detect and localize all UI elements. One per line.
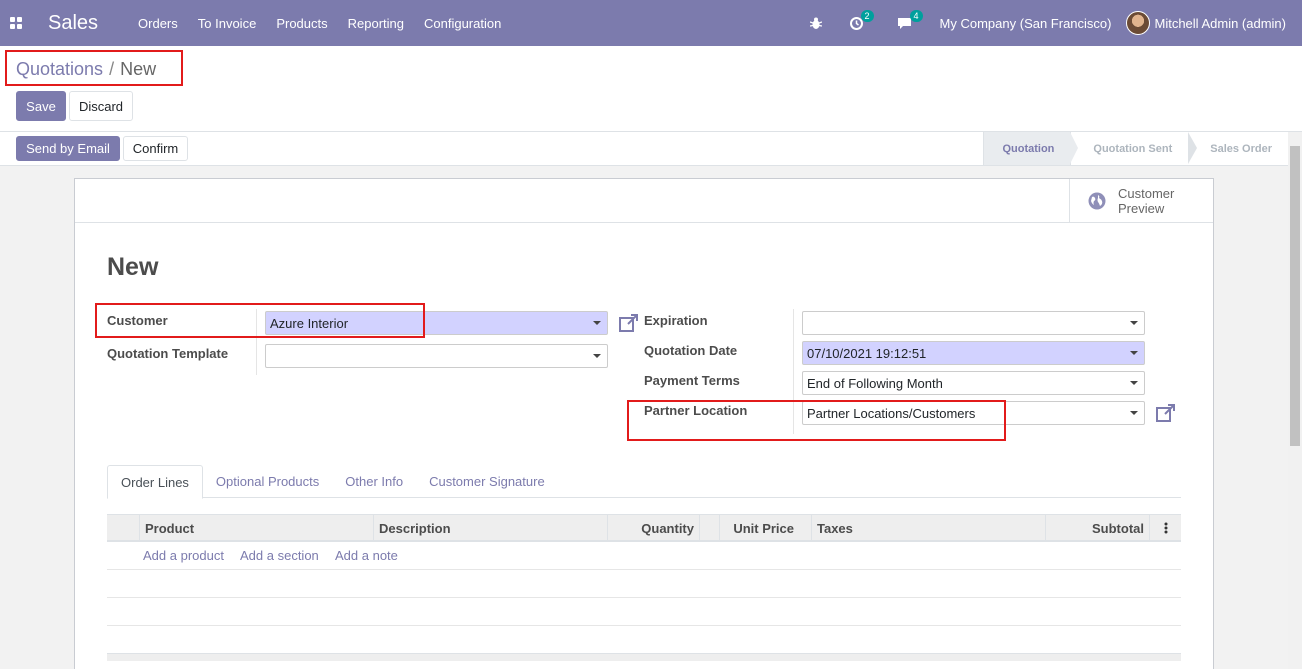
label-divider bbox=[793, 309, 794, 434]
stage-label: Quotation bbox=[1002, 142, 1055, 155]
menu-to-invoice[interactable]: To Invoice bbox=[198, 16, 257, 31]
stage-quotation[interactable]: Quotation bbox=[983, 132, 1079, 165]
table-row bbox=[107, 570, 1181, 598]
column-quantity[interactable]: Quantity bbox=[607, 515, 699, 541]
chevron-down-icon[interactable] bbox=[593, 321, 601, 325]
customer-value: Azure Interior bbox=[270, 315, 349, 331]
preview-line-2: Preview bbox=[1118, 201, 1165, 216]
main-menu: Orders To Invoice Products Reporting Con… bbox=[128, 16, 511, 31]
notebook-tabs: Order Lines Optional Products Other Info… bbox=[107, 465, 1181, 499]
quotation-date-value: 07/10/2021 19:12:51 bbox=[807, 345, 927, 361]
messages-badge: 4 bbox=[909, 9, 923, 22]
preview-line-1: Customer bbox=[1118, 186, 1175, 201]
column-description[interactable]: Description bbox=[373, 515, 607, 541]
systray: 2 4 My Company (San Francisco) Mitchell … bbox=[800, 0, 1302, 46]
stage-label: Quotation Sent bbox=[1093, 142, 1173, 155]
menu-configuration[interactable]: Configuration bbox=[424, 16, 501, 31]
partner-location-input[interactable]: Partner Locations/Customers bbox=[802, 401, 1145, 425]
tab-order-lines[interactable]: Order Lines bbox=[107, 465, 203, 499]
breadcrumb-current: New bbox=[120, 59, 157, 79]
customer-input[interactable]: Azure Interior bbox=[265, 311, 608, 335]
record-title: New bbox=[107, 253, 159, 281]
quotation-template-label: Quotation Template bbox=[107, 346, 229, 361]
menu-products[interactable]: Products bbox=[276, 16, 327, 31]
column-unit-price[interactable]: Unit Price bbox=[719, 515, 799, 541]
stage-quotation-sent[interactable]: Quotation Sent bbox=[1070, 132, 1198, 165]
stage-label: Sales Order bbox=[1210, 142, 1272, 155]
partner-location-value: Partner Locations/Customers bbox=[807, 405, 976, 421]
payment-terms-input[interactable]: End of Following Month bbox=[802, 371, 1145, 395]
stage-pipeline: Quotation Quotation Sent Sales Order bbox=[983, 132, 1288, 165]
order-lines-header: Product Description Quantity Unit Price … bbox=[107, 514, 1181, 542]
messages-icon[interactable]: 4 bbox=[897, 9, 923, 30]
send-by-email-button[interactable]: Send by Email bbox=[16, 136, 120, 161]
scrollbar[interactable] bbox=[1288, 132, 1302, 669]
save-button[interactable]: Save bbox=[16, 91, 66, 121]
quotation-template-input[interactable] bbox=[265, 344, 608, 368]
breadcrumb: Quotations / New bbox=[16, 59, 156, 80]
label-divider bbox=[256, 309, 257, 375]
expiration-label: Expiration bbox=[644, 313, 708, 328]
table-row bbox=[107, 598, 1181, 626]
customer-preview-label: Customer Preview bbox=[1118, 186, 1174, 216]
apps-menu-icon[interactable] bbox=[10, 16, 23, 30]
app-name[interactable]: Sales bbox=[48, 12, 98, 35]
statusbar: Send by Email Confirm Quotation Quotatio… bbox=[0, 132, 1302, 166]
menu-reporting[interactable]: Reporting bbox=[348, 16, 404, 31]
company-switcher[interactable]: My Company (San Francisco) bbox=[940, 16, 1112, 31]
quotation-date-input[interactable]: 07/10/2021 19:12:51 bbox=[802, 341, 1145, 365]
table-row-add-links: Add a product Add a section Add a note bbox=[107, 542, 1181, 570]
external-link-icon[interactable] bbox=[619, 314, 639, 332]
bug-icon[interactable] bbox=[809, 17, 822, 30]
column-product[interactable]: Product bbox=[139, 515, 373, 541]
payment-terms-value: End of Following Month bbox=[807, 375, 943, 391]
top-navbar: Sales Orders To Invoice Products Reporti… bbox=[0, 0, 1302, 46]
partner-location-label: Partner Location bbox=[644, 403, 748, 418]
chevron-down-icon[interactable] bbox=[593, 354, 601, 358]
order-lines-footer bbox=[107, 653, 1181, 661]
customer-label: Customer bbox=[107, 313, 168, 328]
breadcrumb-separator: / bbox=[109, 59, 115, 79]
activity-clock-icon[interactable]: 2 bbox=[849, 9, 874, 30]
column-taxes[interactable]: Taxes bbox=[811, 515, 1045, 541]
user-name: Mitchell Admin (admin) bbox=[1154, 15, 1287, 31]
scrollbar-thumb[interactable] bbox=[1290, 146, 1300, 446]
button-box: Customer Preview bbox=[75, 179, 1213, 223]
tab-other-info[interactable]: Other Info bbox=[332, 465, 416, 498]
menu-orders[interactable]: Orders bbox=[138, 16, 178, 31]
payment-terms-label: Payment Terms bbox=[644, 373, 740, 388]
tab-customer-signature[interactable]: Customer Signature bbox=[416, 465, 558, 498]
column-uom bbox=[699, 515, 719, 541]
chevron-down-icon[interactable] bbox=[1130, 321, 1138, 325]
chevron-down-icon[interactable] bbox=[1130, 351, 1138, 355]
chevron-down-icon[interactable] bbox=[1130, 381, 1138, 385]
add-product-link[interactable]: Add a product bbox=[143, 548, 224, 563]
column-handle bbox=[107, 515, 139, 541]
expiration-input[interactable] bbox=[802, 311, 1145, 335]
breadcrumb-quotations[interactable]: Quotations bbox=[16, 59, 103, 79]
quotation-date-label: Quotation Date bbox=[644, 343, 738, 358]
discard-button[interactable]: Discard bbox=[69, 91, 133, 121]
external-link-icon[interactable] bbox=[1156, 404, 1176, 422]
globe-icon bbox=[1088, 192, 1106, 210]
column-options-icon[interactable] bbox=[1149, 515, 1181, 541]
add-note-link[interactable]: Add a note bbox=[335, 548, 398, 563]
control-panel: Quotations / New Save Discard bbox=[0, 46, 1302, 132]
stage-arrow bbox=[1188, 132, 1198, 164]
avatar bbox=[1125, 11, 1150, 35]
customer-preview-button[interactable]: Customer Preview bbox=[1069, 179, 1213, 223]
chevron-down-icon[interactable] bbox=[1130, 411, 1138, 415]
tab-optional-products[interactable]: Optional Products bbox=[203, 465, 332, 498]
add-section-link[interactable]: Add a section bbox=[240, 548, 319, 563]
column-subtotal[interactable]: Subtotal bbox=[1045, 515, 1149, 541]
stage-sales-order[interactable]: Sales Order bbox=[1188, 132, 1288, 165]
activity-badge: 2 bbox=[860, 9, 874, 22]
form-sheet: Customer Preview New Customer Azure Inte… bbox=[74, 178, 1214, 669]
confirm-button[interactable]: Confirm bbox=[123, 136, 188, 161]
user-menu[interactable]: Mitchell Admin (admin) bbox=[1125, 11, 1287, 35]
